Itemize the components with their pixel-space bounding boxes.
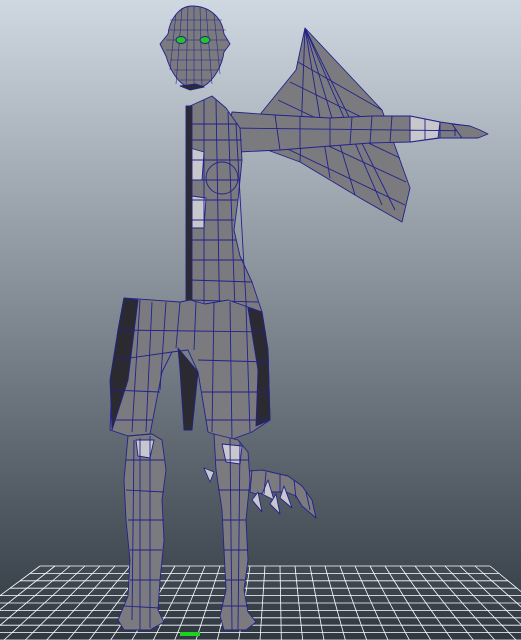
maya-3d-viewport[interactable] bbox=[0, 0, 521, 640]
right-eye bbox=[199, 36, 211, 44]
viewport-canvas[interactable] bbox=[0, 0, 521, 640]
world-origin-axis bbox=[180, 632, 200, 636]
shorts[interactable] bbox=[109, 297, 271, 441]
left-eye bbox=[175, 36, 187, 44]
